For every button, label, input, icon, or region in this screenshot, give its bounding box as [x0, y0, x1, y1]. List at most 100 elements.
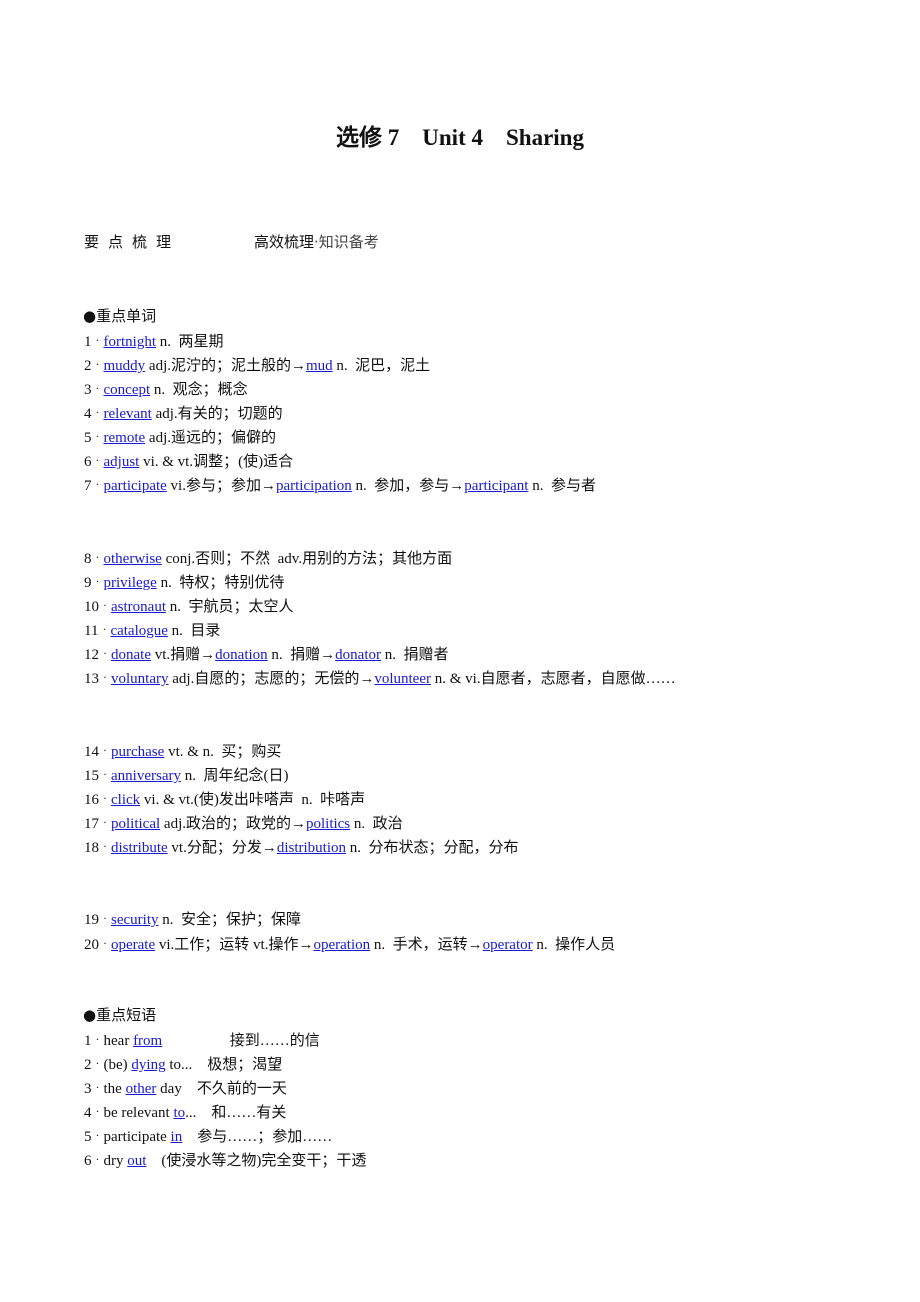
term-link[interactable]: astronaut: [111, 599, 166, 615]
phrase-item: 1 · hear from 接到……的信: [84, 1029, 320, 1051]
bullet-dot: ·: [103, 646, 107, 660]
phrase-item: 5 · participate in 参与……；参加……: [84, 1125, 332, 1147]
definition-text: n. 分布状态；分配，分布: [346, 840, 519, 856]
bullet-dot: ·: [95, 405, 100, 419]
item-number: 10: [84, 599, 99, 615]
bullet-dot: ·: [95, 477, 100, 491]
term-link[interactable]: operation: [313, 937, 370, 953]
term-link[interactable]: click: [111, 792, 140, 808]
section-header: 要点梳理 高效梳理·知识备考: [84, 231, 379, 252]
definition-text: dry: [103, 1153, 128, 1169]
definition-text: day 不久前的一天: [156, 1081, 287, 1097]
item-number: 2: [84, 1057, 92, 1073]
word-item: 13 · voluntary adj.自愿的；志愿的；无偿的→volunteer n…: [84, 667, 676, 689]
word-item: 1 · fortnight n. 两星期: [84, 330, 224, 352]
term-link[interactable]: security: [111, 912, 158, 928]
term-link[interactable]: operator: [483, 937, 533, 953]
term-link[interactable]: from: [133, 1033, 162, 1049]
definition-text: n. 泥巴，泥土: [332, 358, 431, 374]
item-number: 15: [84, 768, 99, 784]
definition-text: adj.政治的；政党的→: [160, 816, 306, 832]
term-link[interactable]: to: [173, 1105, 185, 1121]
bullet-dot: ·: [95, 453, 100, 467]
item-number: 16: [84, 792, 99, 808]
word-item: 15 · anniversary n. 周年纪念(日): [84, 764, 288, 786]
term-link[interactable]: remote: [104, 430, 146, 446]
bullet-dot: ·: [95, 1128, 100, 1142]
definition-text: n. & vi.自愿者，志愿者，自愿做……: [430, 671, 676, 687]
term-link[interactable]: in: [171, 1129, 183, 1145]
bullet-dot: ·: [103, 936, 107, 950]
term-link[interactable]: dying: [131, 1057, 165, 1073]
term-link[interactable]: adjust: [104, 454, 140, 470]
item-number: 12: [84, 647, 99, 663]
term-link[interactable]: fortnight: [104, 334, 157, 350]
word-item: 3 · concept n. 观念；概念: [84, 378, 248, 400]
item-number: 20: [84, 937, 99, 953]
term-link[interactable]: participation: [276, 478, 352, 494]
item-number: 9: [84, 575, 92, 591]
term-link[interactable]: volunteer: [374, 671, 431, 687]
definition-text: n. 两星期: [156, 334, 224, 350]
word-item: 7 · participate vi.参与；参加→participation n. …: [84, 474, 596, 496]
definition-text: n. 政治: [350, 816, 403, 832]
definition-text: hear: [103, 1033, 134, 1049]
term-link[interactable]: other: [126, 1081, 157, 1097]
bullet-dot: ·: [103, 743, 107, 757]
definition-text: vt.捐赠→: [150, 647, 216, 663]
term-link[interactable]: out: [127, 1153, 146, 1169]
term-link[interactable]: donate: [111, 647, 151, 663]
word-item: 9 · privilege n. 特权；特别优待: [84, 571, 284, 593]
term-link[interactable]: relevant: [104, 406, 152, 422]
term-link[interactable]: purchase: [111, 744, 164, 760]
definition-text: n. 目录: [167, 623, 221, 639]
definition-text: n. 手术，运转→: [370, 937, 483, 953]
bullet-dot: ·: [95, 1080, 100, 1094]
item-number: 3: [84, 382, 92, 398]
definition-text: 参与……；参加……: [182, 1129, 333, 1145]
word-item: 18 · distribute vt.分配；分发→distribution n. 分…: [84, 836, 519, 858]
phrase-item: 3 · the other day 不久前的一天: [84, 1077, 287, 1099]
item-number: 6: [84, 1153, 92, 1169]
term-link[interactable]: concept: [104, 382, 151, 398]
item-number: 7: [84, 478, 92, 494]
term-link[interactable]: participant: [464, 478, 528, 494]
term-link[interactable]: muddy: [104, 358, 146, 374]
word-item: 10 · astronaut n. 宇航员；太空人: [84, 595, 294, 617]
term-link[interactable]: otherwise: [104, 551, 162, 567]
definition-text: participate: [103, 1129, 171, 1145]
term-link[interactable]: politics: [306, 816, 350, 832]
definition-text: vi.参与；参加→: [166, 478, 276, 494]
item-number: 2: [84, 358, 92, 374]
word-item: 19 · security n. 安全；保护；保障: [84, 908, 301, 930]
definition-text: ... 和……有关: [185, 1105, 287, 1121]
term-link[interactable]: operate: [111, 937, 155, 953]
word-item: 4 · relevant adj.有关的；切题的: [84, 402, 283, 424]
term-link[interactable]: distribution: [277, 840, 346, 856]
term-link[interactable]: participate: [104, 478, 167, 494]
term-link[interactable]: mud: [306, 358, 333, 374]
item-number: 13: [84, 671, 99, 687]
term-link[interactable]: political: [111, 816, 160, 832]
word-item: 6 · adjust vi. & vt.调整；(使)适合: [84, 450, 293, 472]
definition-text: n. 操作人员: [532, 937, 616, 953]
definition-text: adj.遥远的；偏僻的: [145, 430, 276, 446]
bullet-dot: ·: [95, 381, 100, 395]
term-link[interactable]: donation: [215, 647, 268, 663]
bullet-dot: ·: [103, 911, 107, 925]
item-number: 11: [84, 623, 99, 639]
term-link[interactable]: privilege: [104, 575, 157, 591]
bullet-dot: ·: [95, 574, 100, 588]
definition-text: n. 参加，参与→: [351, 478, 465, 494]
definition-text: vi.工作；运转 vt.操作→: [155, 937, 314, 953]
term-link[interactable]: voluntary: [111, 671, 169, 687]
term-link[interactable]: catalogue: [110, 623, 167, 639]
bullet-dot: ·: [95, 333, 100, 347]
term-link[interactable]: distribute: [111, 840, 168, 856]
definition-text: n. 参与者: [528, 478, 596, 494]
term-link[interactable]: donator: [335, 647, 381, 663]
bullet-dot: ·: [102, 622, 107, 636]
bullet-dot: ·: [95, 1056, 100, 1070]
definition-text: (be): [103, 1057, 132, 1073]
term-link[interactable]: anniversary: [111, 768, 181, 784]
